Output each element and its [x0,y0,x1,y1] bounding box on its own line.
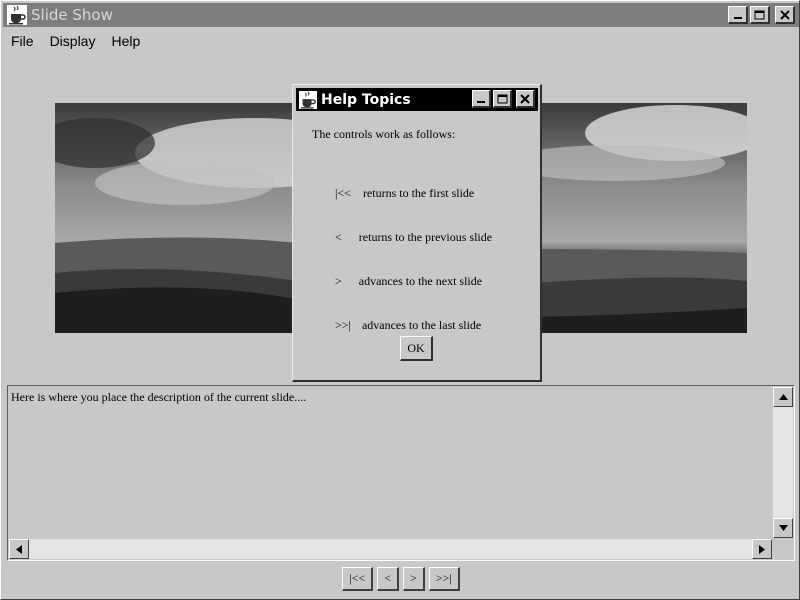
slide-navigation: |<< < > >>| [1,567,800,593]
window-titlebar[interactable]: Slide Show [3,3,799,27]
help-row-symbol: >>| [335,318,351,332]
help-row-text: advances to the last slide [361,318,482,332]
last-slide-button[interactable]: >>| [428,567,460,591]
first-slide-button[interactable]: |<< [342,567,374,591]
minimize-icon [477,100,485,103]
dialog-intro-text: The controls work as follows: [312,127,456,141]
vertical-scrollbar[interactable] [773,387,793,538]
scrollbar-corner [773,539,793,559]
help-row-symbol: < [335,230,342,244]
dialog-titlebar[interactable]: Help Topics [296,88,538,111]
java-cup-icon[interactable] [299,90,317,109]
close-icon [520,93,530,104]
maximize-button[interactable] [750,6,770,24]
help-row: < returns to the previous slide [323,215,492,260]
description-panel: Here is where you place the description … [7,385,795,561]
ok-button[interactable]: OK [400,336,433,361]
help-topics-dialog: Help Topics The controls work as follows… [292,84,542,382]
scroll-right-button[interactable] [752,539,772,559]
help-row-text: returns to the first slide [362,186,475,200]
dialog-controls [472,90,535,108]
menu-bar: File Display Help [3,29,148,53]
window-controls [728,6,795,24]
help-row: > advances to the next slide [323,259,482,304]
menu-help[interactable]: Help [103,33,148,49]
scroll-down-button[interactable] [773,518,793,538]
maximize-icon [497,94,507,103]
arrow-left-icon [16,544,22,554]
scroll-up-button[interactable] [773,387,793,407]
description-textarea[interactable]: Here is where you place the description … [9,387,772,538]
scroll-left-button[interactable] [9,539,29,559]
horizontal-scrollbar[interactable] [9,539,772,559]
next-slide-button[interactable]: > [403,567,425,591]
dialog-maximize-button[interactable] [493,90,512,108]
window-title: Slide Show [31,6,113,24]
dialog-close-button[interactable] [516,90,535,108]
help-row-text: advances to the next slide [358,274,483,288]
minimize-icon [733,16,742,19]
java-cup-icon[interactable] [7,5,27,25]
arrow-up-icon [778,394,788,400]
previous-slide-button[interactable]: < [377,567,399,591]
arrow-down-icon [778,525,788,531]
description-text: Here is where you place the description … [11,390,307,404]
menu-display[interactable]: Display [42,33,104,49]
help-row: |<< returns to the first slide [323,171,474,216]
close-button[interactable] [775,6,795,24]
minimize-button[interactable] [728,6,748,24]
help-row-text: returns to the previous slide [358,230,493,244]
maximize-icon [754,10,765,19]
close-icon [779,9,790,20]
arrow-right-icon [759,544,765,554]
dialog-title: Help Topics [321,91,411,108]
help-row-symbol: |<< [335,186,351,200]
dialog-minimize-button[interactable] [472,90,491,108]
help-row-symbol: > [335,274,342,288]
menu-file[interactable]: File [3,33,42,49]
